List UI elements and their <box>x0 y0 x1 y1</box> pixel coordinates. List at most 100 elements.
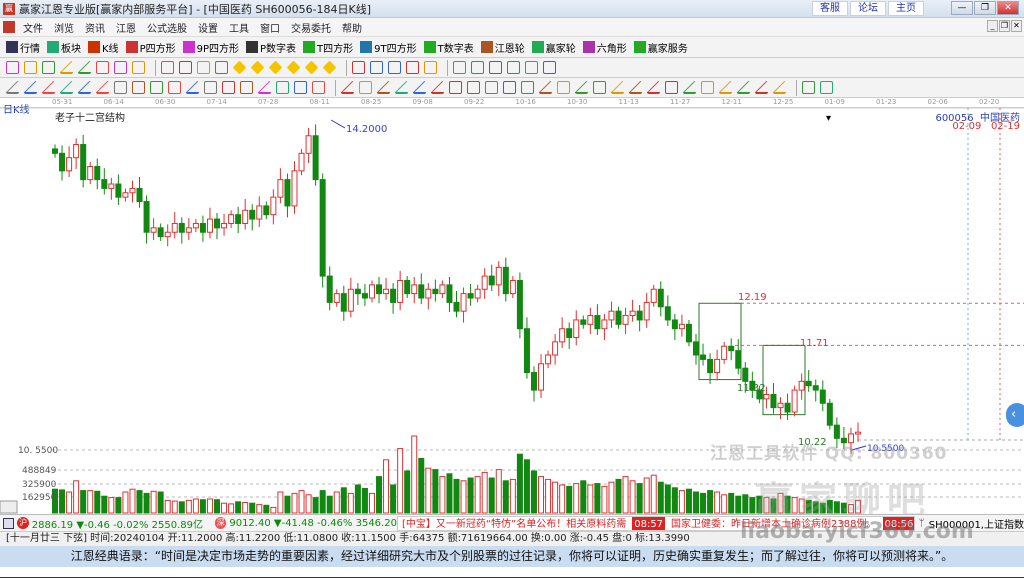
menu-settings[interactable]: 设置 <box>198 20 218 35</box>
parallel-icon[interactable] <box>503 81 516 94</box>
angle-6-icon[interactable] <box>755 81 768 94</box>
box-2-icon[interactable] <box>294 81 307 94</box>
flag-icon[interactable] <box>132 61 145 74</box>
fan-1-icon[interactable] <box>42 81 55 94</box>
toolbar-button-gann-wheel[interactable]: 江恩轮 <box>480 40 525 55</box>
menu-browse[interactable]: 浏览 <box>54 20 74 35</box>
fan-2-icon[interactable] <box>60 81 73 94</box>
diamond-2-icon[interactable] <box>250 60 265 75</box>
menu-formula[interactable]: 公式选股 <box>147 20 187 35</box>
grid-2-icon[interactable] <box>467 81 480 94</box>
diamond-1-icon[interactable] <box>232 60 247 75</box>
zoom-icon[interactable] <box>24 61 37 74</box>
bars-icon[interactable] <box>341 81 354 94</box>
f-icon[interactable] <box>701 81 714 94</box>
calc-icon[interactable] <box>424 61 437 74</box>
last-icon[interactable] <box>179 61 192 74</box>
coin-icon[interactable] <box>593 81 606 94</box>
toolbar-button-sector[interactable]: 板块 <box>47 40 81 55</box>
truck-icon[interactable] <box>543 61 556 74</box>
level-2-icon[interactable] <box>611 81 624 94</box>
forum-link[interactable]: 论坛 <box>850 1 886 16</box>
menu-help[interactable]: 帮助 <box>342 20 362 35</box>
menu-info[interactable]: 资讯 <box>85 20 105 35</box>
news-ticker[interactable]: [中宝】又一新冠药“特仿”名单公布！相关原料药需 08:57 国家卫健委：昨日新… <box>396 515 915 531</box>
mdi-minimize-button[interactable]: _ <box>987 20 998 32</box>
toolbar-button-p9[interactable]: 9P四方形 <box>182 40 239 55</box>
gann-line-icon[interactable] <box>258 81 271 94</box>
indicator-dropdown-icon[interactable]: ▾ <box>826 113 831 124</box>
info-icon[interactable] <box>42 61 55 74</box>
star-icon[interactable] <box>222 81 235 94</box>
yinyang-icon[interactable] <box>802 81 815 94</box>
menu-tools[interactable]: 工具 <box>229 20 249 35</box>
cross-icon[interactable] <box>370 61 383 74</box>
split-icon[interactable] <box>96 61 109 74</box>
infinity-icon[interactable] <box>820 81 833 94</box>
fan-4-icon[interactable] <box>96 81 109 94</box>
next-icon[interactable] <box>215 61 228 74</box>
arc-icon[interactable] <box>114 81 127 94</box>
pen-icon[interactable] <box>6 81 19 94</box>
homepage-link[interactable]: 主页 <box>888 1 924 16</box>
ray-icon[interactable] <box>377 81 390 94</box>
kline-a-icon[interactable] <box>60 61 73 74</box>
mdi-restore-button[interactable]: ❐ <box>999 20 1010 32</box>
angle-icon[interactable] <box>186 81 199 94</box>
customer-service-link[interactable]: 客服 <box>812 1 848 16</box>
calendar-icon[interactable] <box>453 61 466 74</box>
gift-icon[interactable] <box>406 61 419 74</box>
diamond-3-icon[interactable] <box>268 60 283 75</box>
toolbar-button-dollar[interactable]: 赢家服务 <box>633 40 688 55</box>
bracket-icon[interactable] <box>521 81 534 94</box>
toolbar-button-hexagon[interactable]: 六角形 <box>582 40 627 55</box>
menu-trade[interactable]: 交易委托 <box>291 20 331 35</box>
box-3-icon[interactable] <box>312 81 325 94</box>
fan-5-icon[interactable] <box>395 81 408 94</box>
news-item[interactable]: [中宝】又一新冠药“特仿”名单公布！相关原料药需 <box>402 517 626 530</box>
diamond-6-icon[interactable] <box>322 60 337 75</box>
close-button[interactable]: ✕ <box>997 1 1019 15</box>
mdi-close-button[interactable]: ✕ <box>1011 20 1022 32</box>
level-3-icon[interactable] <box>647 81 660 94</box>
angle-5-icon[interactable] <box>737 81 750 94</box>
calculator-icon[interactable] <box>471 61 484 74</box>
gold-icon[interactable] <box>665 81 678 94</box>
menu-gann[interactable]: 江恩 <box>116 20 136 35</box>
va-icon[interactable] <box>388 61 401 74</box>
calculator-icon[interactable] <box>3 517 15 529</box>
square-icon[interactable] <box>240 81 253 94</box>
pencil-icon[interactable] <box>629 81 642 94</box>
toolbar-button-winner-wheel[interactable]: 赢家轮 <box>531 40 576 55</box>
diamond-5-icon[interactable] <box>304 60 319 75</box>
level-1-icon[interactable] <box>575 81 588 94</box>
grid-icon[interactable] <box>150 81 163 94</box>
rect-icon[interactable] <box>359 81 372 94</box>
minimize-button[interactable]: — <box>951 1 973 15</box>
side-panel-toggle-icon[interactable]: ‹ <box>1006 403 1024 427</box>
angle-2-icon[interactable] <box>431 81 444 94</box>
toolbar-button-pn[interactable]: P数字表 <box>246 40 296 55</box>
percent-icon[interactable] <box>557 81 570 94</box>
lines-icon[interactable] <box>24 81 37 94</box>
toolbar-button-kline[interactable]: K线 <box>88 40 119 55</box>
print-icon[interactable] <box>525 61 538 74</box>
menu-window[interactable]: 窗口 <box>260 20 280 35</box>
angle-3-icon[interactable] <box>683 81 696 94</box>
circle-icon[interactable] <box>132 81 145 94</box>
toolbar-button-market[interactable]: 行情 <box>6 40 40 55</box>
fan-6-icon[interactable] <box>413 81 426 94</box>
fan-3-icon[interactable] <box>78 81 91 94</box>
first-icon[interactable] <box>161 61 174 74</box>
box-1-icon[interactable] <box>276 81 289 94</box>
index-selector[interactable]: SH000001,上证指数 <box>929 516 1024 531</box>
angle-7-icon[interactable] <box>773 81 786 94</box>
notes-icon[interactable] <box>489 61 502 74</box>
restore-button[interactable]: ❐ <box>974 1 996 15</box>
toolbar-button-ts[interactable]: T四方形 <box>303 40 353 55</box>
wave-icon[interactable] <box>449 81 462 94</box>
diamond-4-icon[interactable] <box>286 60 301 75</box>
hand-icon[interactable] <box>352 61 365 74</box>
rights-icon[interactable] <box>114 61 127 74</box>
menu-file[interactable]: 文件 <box>23 20 43 35</box>
